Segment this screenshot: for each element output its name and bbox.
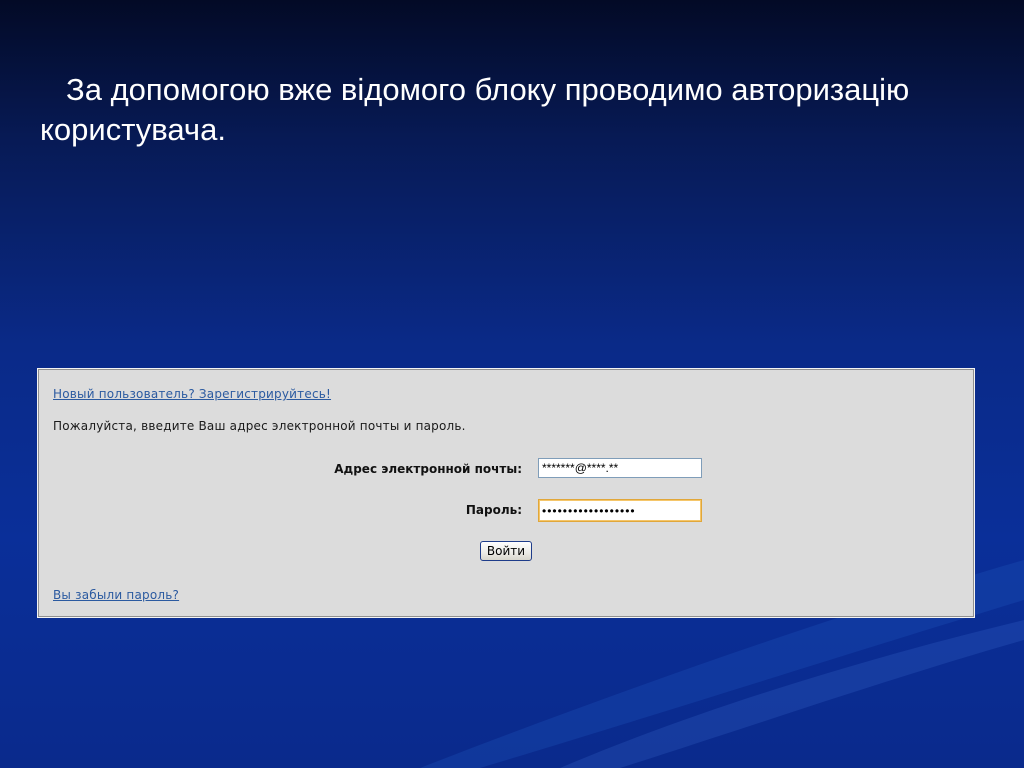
slide-caption: За допомогою вже відомого блоку проводим… [40, 72, 910, 147]
email-label: Адрес электронной почты: [334, 462, 522, 476]
password-field[interactable] [538, 499, 702, 522]
email-field[interactable] [538, 458, 702, 478]
login-instructions: Пожалуйста, введите Ваш адрес электронно… [53, 419, 466, 433]
login-button[interactable]: Войти [480, 541, 532, 561]
login-panel: Новый пользователь? Зарегистрируйтесь! П… [37, 368, 975, 618]
password-label: Пароль: [465, 503, 522, 517]
forgot-password-link[interactable]: Вы забыли пароль? [53, 588, 179, 602]
register-link[interactable]: Новый пользователь? Зарегистрируйтесь! [53, 387, 331, 401]
